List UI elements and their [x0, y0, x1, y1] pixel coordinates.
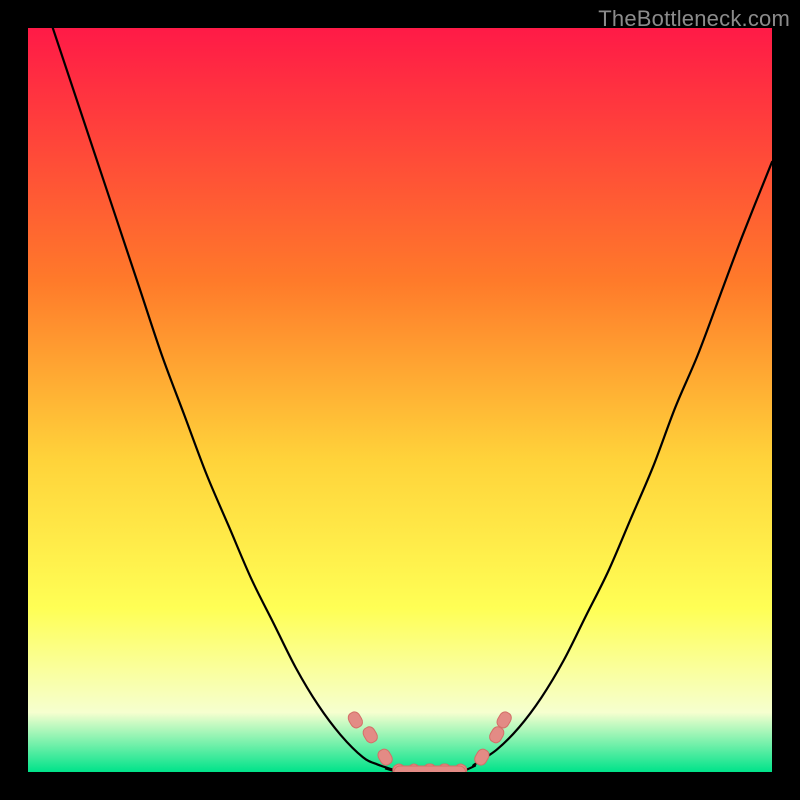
- gradient-background: [28, 28, 772, 772]
- chart-svg: [28, 28, 772, 772]
- curve-basin-marker: [394, 766, 466, 772]
- plot-area: [28, 28, 772, 772]
- outer-frame: TheBottleneck.com: [0, 0, 800, 800]
- watermark-text: TheBottleneck.com: [598, 6, 790, 32]
